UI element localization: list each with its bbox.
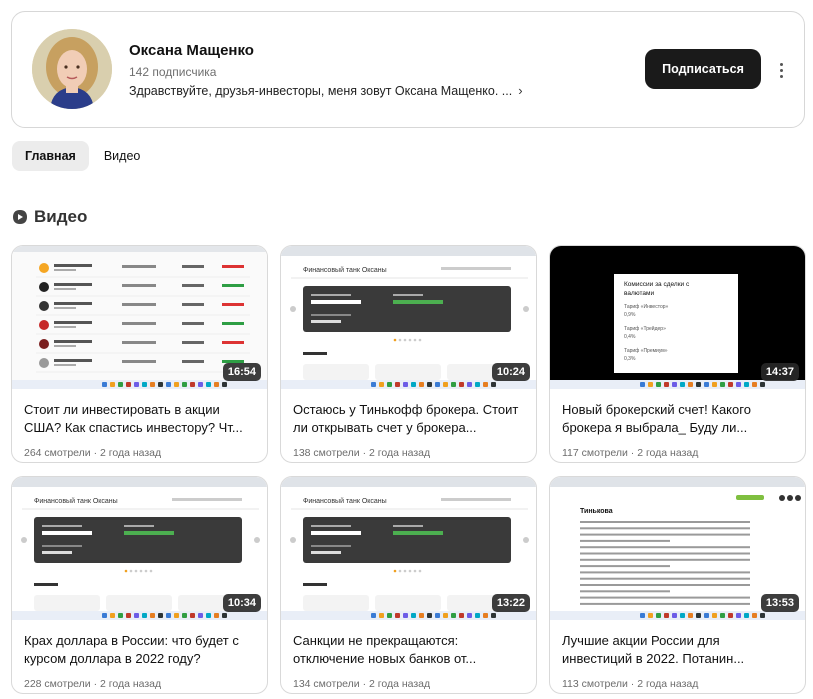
channel-name: Оксана Мащенко (129, 42, 254, 59)
tab-videos[interactable]: Видео (91, 141, 154, 171)
video-grid: 16:54 Стоит ли инвестировать в акции США?… (11, 245, 806, 694)
video-meta: 117 смотрели · 2 года назад (562, 447, 699, 459)
channel-description-text: Здравствуйте, друзья-инвесторы, меня зов… (129, 83, 513, 98)
video-card[interactable]: Финансовый танк Оксаны 13:22 Санкции не пр… (280, 476, 537, 694)
channel-header: Оксана Мащенко 142 подписчика Здравствуй… (11, 11, 805, 128)
svg-text:Комиссии за сделки с: Комиссии за сделки с (624, 281, 690, 288)
video-meta: 264 смотрели · 2 года назад (24, 447, 162, 459)
svg-text:Тариф «Премиум»: Тариф «Премиум» (624, 348, 668, 354)
video-card[interactable]: Комиссии за сделки с валютами Тариф «Инвес… (549, 245, 806, 463)
svg-text:валютами: валютами (624, 290, 655, 297)
video-meta: 134 смотрели · 2 года назад (293, 678, 431, 690)
chevron-right-icon: › (518, 83, 523, 98)
video-duration-badge: 13:53 (760, 594, 799, 612)
svg-text:Тариф «Инвестор»: Тариф «Инвестор» (624, 304, 668, 310)
thumbnail-heading: Финансовый танк Оксаны (34, 497, 118, 505)
video-card[interactable]: 16:54 Стоит ли инвестировать в акции США?… (11, 245, 268, 463)
channel-description[interactable]: Здравствуйте, друзья-инвесторы, меня зов… (129, 83, 523, 98)
video-thumbnail[interactable]: Комиссии за сделки с валютами Тариф «Инвес… (550, 246, 805, 389)
thumbnail-heading: Финансовый танк Оксаны (303, 497, 387, 505)
tab-main[interactable]: Главная (12, 141, 89, 171)
video-thumbnail[interactable]: Тинькова 13:53 (550, 477, 805, 620)
subscribe-button[interactable]: Подписаться (645, 49, 761, 89)
svg-text:Тариф «Трейдер»: Тариф «Трейдер» (624, 325, 666, 332)
video-play-icon (13, 210, 27, 224)
video-title[interactable]: Лучшие акции России для инвестиций в 202… (550, 620, 805, 674)
video-card[interactable]: Финансовый танк Оксаны 10:24 Остаюсь у Тин… (280, 245, 537, 463)
channel-avatar[interactable] (32, 29, 112, 109)
video-meta: 113 смотрели · 2 года назад (562, 678, 699, 690)
channel-tabs: Главная Видео (12, 141, 153, 171)
video-meta: 138 смотрели · 2 года назад (293, 447, 431, 459)
video-card[interactable]: Финансовый танк Оксаны 10:34 Крах доллара … (11, 476, 268, 694)
video-title[interactable]: Новый брокерский счет! Какого брокера я … (550, 389, 805, 443)
section-heading: Видео (12, 207, 87, 227)
subscriber-count: 142 подписчика (129, 65, 217, 79)
video-title[interactable]: Остаюсь у Тинькофф брокера. Стоит ли отк… (281, 389, 536, 443)
more-options-icon[interactable] (772, 57, 790, 83)
video-meta: 228 смотрели · 2 года назад (24, 678, 162, 690)
svg-text:0,9%: 0,9% (624, 312, 636, 318)
video-title[interactable]: Санкции не прекращаются: отключение новы… (281, 620, 536, 674)
video-thumbnail[interactable]: Финансовый танк Оксаны 13:22 (281, 477, 536, 620)
video-duration-badge: 13:22 (491, 594, 530, 612)
video-duration-badge: 10:34 (222, 594, 261, 612)
svg-text:0,3%: 0,3% (624, 356, 636, 362)
video-title[interactable]: Крах доллара в России: что будет с курсо… (12, 620, 267, 674)
video-thumbnail[interactable]: Финансовый танк Оксаны 10:24 (281, 246, 536, 389)
thumbnail-heading: Тинькова (580, 508, 613, 515)
video-thumbnail[interactable]: Финансовый танк Оксаны 10:34 (12, 477, 267, 620)
section-title: Видео (34, 207, 88, 226)
video-duration-badge: 14:37 (760, 363, 799, 381)
svg-text:0,4%: 0,4% (624, 334, 636, 340)
video-card[interactable]: Тинькова 13:53 Лучшие акции России для инв… (549, 476, 806, 694)
video-duration-badge: 16:54 (222, 363, 261, 381)
video-title[interactable]: Стоит ли инвестировать в акции США? Как … (12, 389, 267, 443)
video-duration-badge: 10:24 (491, 363, 530, 381)
thumbnail-heading: Финансовый танк Оксаны (303, 266, 387, 274)
video-thumbnail[interactable]: 16:54 (12, 246, 267, 389)
